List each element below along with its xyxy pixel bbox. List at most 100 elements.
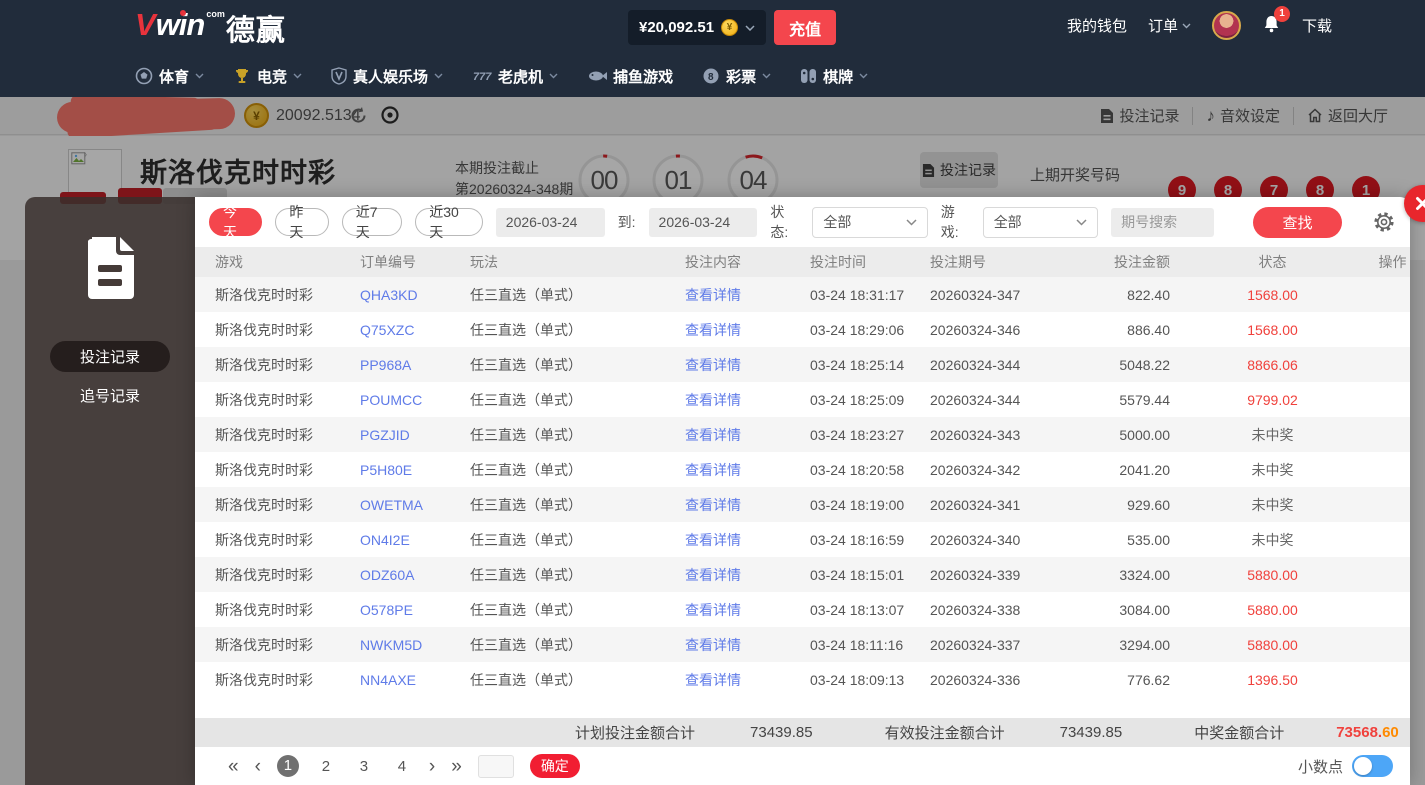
cell-detail-link[interactable]: 查看详情 — [685, 390, 810, 410]
cell-detail-link[interactable]: 查看详情 — [685, 425, 810, 445]
cell-detail-link[interactable]: 查看详情 — [685, 460, 810, 480]
planned-total-label: 计划投注金额合计 — [575, 722, 695, 743]
balance-dropdown[interactable]: ¥20,092.51 ¥ — [628, 10, 766, 45]
table-row: 斯洛伐克时时彩ON4I2E任三直选（单式）查看详情03-24 18:16:592… — [195, 522, 1410, 557]
cell-detail-link[interactable]: 查看详情 — [685, 670, 810, 690]
cell-bet-time: 03-24 18:15:01 — [810, 567, 930, 583]
cell-bet-time: 03-24 18:19:00 — [810, 497, 930, 513]
cell-order-link[interactable]: ODZ60A — [360, 567, 470, 583]
cell-order-link[interactable]: PP968A — [360, 357, 470, 373]
settings-button[interactable] — [1372, 210, 1396, 234]
sidebar-item-chase-records[interactable]: 追号记录 — [50, 380, 170, 411]
nav-item-cards[interactable]: 棋牌 — [800, 66, 868, 87]
nav-item-live-casino[interactable]: 真人娱乐场 — [331, 66, 443, 87]
lottery-8ball-icon: 8 — [702, 67, 720, 85]
cell-game: 斯洛伐克时时彩 — [215, 565, 360, 585]
cell-playtype: 任三直选（单式） — [470, 355, 685, 375]
orders-link[interactable]: 订单 — [1148, 15, 1191, 36]
cell-playtype: 任三直选（单式） — [470, 635, 685, 655]
nav-item-lottery[interactable]: 8 彩票 — [702, 66, 771, 87]
cell-detail-link[interactable]: 查看详情 — [685, 565, 810, 585]
page-3[interactable]: 3 — [353, 758, 375, 775]
cell-status: 1396.50 — [1170, 672, 1375, 688]
cell-order-link[interactable]: ON4I2E — [360, 532, 470, 548]
status-select[interactable]: 全部 — [812, 207, 927, 238]
filter-last30days[interactable]: 近30天 — [415, 208, 483, 236]
cell-detail-link[interactable]: 查看详情 — [685, 495, 810, 515]
page-4[interactable]: 4 — [391, 758, 413, 775]
chevron-down-icon — [1076, 219, 1087, 226]
cell-playtype: 任三直选（单式） — [470, 425, 685, 445]
cell-detail-link[interactable]: 查看详情 — [685, 285, 810, 305]
cell-status: 5880.00 — [1170, 567, 1375, 583]
search-button[interactable]: 查找 — [1253, 207, 1342, 238]
filter-yesterday[interactable]: 昨天 — [275, 208, 328, 236]
notifications-button[interactable]: 1 — [1262, 14, 1281, 38]
table-row: 斯洛伐克时时彩P5H80E任三直选（单式）查看详情03-24 18:20:582… — [195, 452, 1410, 487]
download-link[interactable]: 下载 — [1302, 15, 1332, 36]
cell-bet-period: 20260324-340 — [930, 532, 1050, 548]
prev-page-button[interactable]: ‹ — [255, 757, 261, 776]
brand-logo[interactable]: V win com 德赢 — [135, 7, 286, 49]
cell-order-link[interactable]: NWKM5D — [360, 637, 470, 653]
next-page-button[interactable]: › — [429, 757, 435, 776]
nav-item-esports[interactable]: 电竞 — [233, 66, 302, 87]
trophy-icon — [233, 67, 251, 85]
cell-bet-amount: 3294.00 — [1050, 637, 1170, 653]
wallet-link[interactable]: 我的钱包 — [1067, 15, 1127, 36]
game-label: 游戏: — [941, 202, 970, 242]
cell-detail-link[interactable]: 查看详情 — [685, 600, 810, 620]
modal-sidebar: 投注记录 追号记录 — [25, 197, 195, 785]
avatar[interactable] — [1212, 11, 1241, 40]
goto-confirm-button[interactable]: 确定 — [530, 754, 580, 778]
cell-playtype: 任三直选（单式） — [470, 530, 685, 550]
cell-detail-link[interactable]: 查看详情 — [685, 355, 810, 375]
deposit-button[interactable]: 充值 — [774, 10, 836, 45]
nav-item-slots[interactable]: 777 老虎机 — [472, 66, 558, 87]
page: V win com 德赢 ¥20,092.51 ¥ 充值 我的钱包 订单 1 — [0, 0, 1425, 785]
cell-order-link[interactable]: Q75XZC — [360, 322, 470, 338]
date-to-input[interactable]: 2026-03-24 — [649, 208, 758, 237]
cell-bet-amount: 5579.44 — [1050, 392, 1170, 408]
cell-detail-link[interactable]: 查看详情 — [685, 530, 810, 550]
cell-detail-link[interactable]: 查看详情 — [685, 320, 810, 340]
first-page-button[interactable]: « — [228, 757, 239, 776]
chevron-down-icon — [434, 73, 443, 79]
chevron-down-icon — [293, 73, 302, 79]
cell-bet-amount: 5048.22 — [1050, 357, 1170, 373]
cell-order-link[interactable]: POUMCC — [360, 392, 470, 408]
logo-cn: 德赢 — [226, 7, 286, 49]
planned-total-value: 73439.85 — [750, 724, 813, 741]
filter-last7days[interactable]: 近7天 — [342, 208, 402, 236]
cell-game: 斯洛伐克时时彩 — [215, 460, 360, 480]
fish-icon — [587, 69, 607, 83]
valid-total-label: 有效投注金额合计 — [885, 722, 1005, 743]
cell-bet-amount: 5000.00 — [1050, 427, 1170, 443]
date-from-input[interactable]: 2026-03-24 — [496, 208, 605, 237]
nav-item-sports[interactable]: 体育 — [135, 66, 204, 87]
toggle-knob — [1354, 757, 1372, 775]
sidebar-item-bet-records[interactable]: 投注记录 — [50, 341, 170, 372]
cell-playtype: 任三直选（单式） — [470, 495, 685, 515]
chevron-down-icon — [1182, 23, 1191, 29]
cell-order-link[interactable]: PGZJID — [360, 427, 470, 443]
page-1[interactable]: 1 — [277, 755, 299, 777]
cell-order-link[interactable]: P5H80E — [360, 462, 470, 478]
cell-game: 斯洛伐克时时彩 — [215, 495, 360, 515]
cell-order-link[interactable]: NN4AXE — [360, 672, 470, 688]
goto-page-input[interactable] — [478, 755, 514, 778]
cell-detail-link[interactable]: 查看详情 — [685, 635, 810, 655]
period-search-input[interactable] — [1111, 208, 1214, 237]
cell-order-link[interactable]: OWETMA — [360, 497, 470, 513]
cell-order-link[interactable]: QHA3KD — [360, 287, 470, 303]
filter-today[interactable]: 今天 — [209, 208, 262, 236]
decimal-toggle[interactable] — [1352, 755, 1393, 777]
nav-item-fishing[interactable]: 捕鱼游戏 — [587, 66, 673, 87]
last-page-button[interactable]: » — [451, 757, 462, 776]
cell-status: 5880.00 — [1170, 602, 1375, 618]
cell-order-link[interactable]: O578PE — [360, 602, 470, 618]
page-2[interactable]: 2 — [315, 758, 337, 775]
game-select[interactable]: 全部 — [983, 207, 1098, 238]
cell-status: 未中奖 — [1170, 530, 1375, 550]
cell-playtype: 任三直选（单式） — [470, 320, 685, 340]
